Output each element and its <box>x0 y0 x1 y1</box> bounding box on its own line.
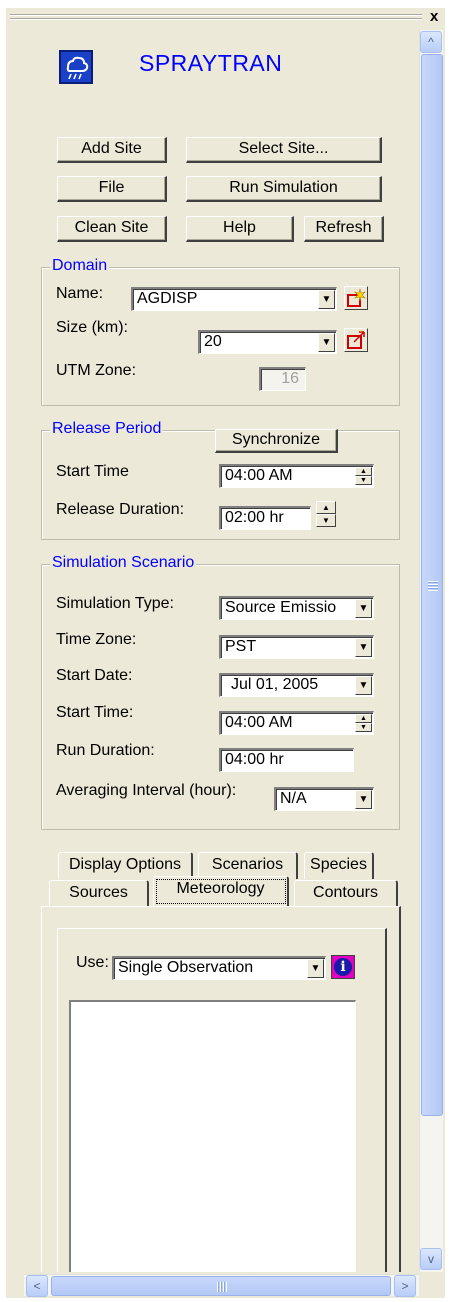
new-domain-icon[interactable] <box>344 286 368 310</box>
time-zone-value: PST <box>225 638 257 655</box>
help-button[interactable]: Help <box>186 216 294 242</box>
domain-name-select[interactable]: AGDISP ▼ <box>131 287 337 311</box>
spin-down-icon[interactable]: ▼ <box>355 476 372 485</box>
scroll-left-icon[interactable]: < <box>26 1275 48 1297</box>
tab-meteorology[interactable]: Meteorology <box>153 876 289 907</box>
spin-up-icon[interactable]: ▲ <box>316 501 336 514</box>
time-zone-select[interactable]: PST ▼ <box>219 635 374 659</box>
file-button[interactable]: File <box>57 176 167 202</box>
release-start-time-label: Start Time <box>56 463 129 480</box>
start-date-picker[interactable]: Jul 01, 2005 ▼ <box>219 673 374 697</box>
synchronize-button[interactable]: Synchronize <box>215 429 338 453</box>
domain-size-label: Size (km): <box>56 319 128 336</box>
use-label: Use: <box>76 954 109 971</box>
simulation-type-label: Simulation Type: <box>56 595 174 612</box>
averaging-interval-select[interactable]: N/A ▼ <box>274 787 374 811</box>
domain-legend: Domain <box>50 257 110 275</box>
domain-size-value: 20 <box>204 333 222 350</box>
run-simulation-button[interactable]: Run Simulation <box>186 176 382 202</box>
observation-listbox[interactable] <box>69 1000 356 1272</box>
horizontal-scroll-thumb[interactable] <box>51 1276 391 1296</box>
tab-species[interactable]: Species <box>304 852 374 879</box>
utm-zone-label: UTM Zone: <box>56 362 137 379</box>
clean-site-button[interactable]: Clean Site <box>57 216 167 242</box>
resize-domain-icon[interactable] <box>344 328 368 352</box>
scenario-start-time-value: 04:00 AM <box>225 714 293 731</box>
time-zone-label: Time Zone: <box>56 631 137 648</box>
simulation-type-select[interactable]: Source Emissio ▼ <box>219 596 374 620</box>
scroll-right-icon[interactable]: > <box>394 1275 416 1297</box>
select-site-button[interactable]: Select Site... <box>186 137 382 163</box>
info-glyph: i <box>334 958 352 976</box>
info-icon[interactable]: i <box>331 955 355 979</box>
use-value: Single Observation <box>118 959 254 976</box>
chevron-down-icon[interactable]: ▼ <box>355 790 372 809</box>
close-icon[interactable]: x <box>430 9 438 25</box>
utm-zone-field: 16 <box>259 367 306 391</box>
simulation-type-value: Source Emissio <box>225 599 337 616</box>
spin-up-icon[interactable]: ▲ <box>355 714 372 723</box>
chevron-down-icon[interactable]: ▼ <box>318 333 335 352</box>
scenario-start-time-field[interactable]: 04:00 AM ▲ ▼ <box>219 711 374 735</box>
time-spinner[interactable]: ▲ ▼ <box>355 467 372 486</box>
chevron-down-icon[interactable]: ▼ <box>355 676 372 695</box>
scroll-up-icon[interactable]: ^ <box>420 31 442 53</box>
release-duration-label: Release Duration: <box>56 501 185 518</box>
panel-grip[interactable] <box>10 14 422 26</box>
start-date-value: Jul 01, 2005 <box>231 676 319 693</box>
release-start-time-field[interactable]: 04:00 AM ▲ ▼ <box>219 464 374 488</box>
release-period-legend: Release Period <box>50 420 164 438</box>
chevron-down-icon[interactable]: ▼ <box>355 599 372 618</box>
scroll-corner <box>419 1274 443 1296</box>
scroll-down-icon[interactable]: v <box>420 1248 442 1270</box>
tab-contours[interactable]: Contours <box>294 880 398 907</box>
add-site-button[interactable]: Add Site <box>57 137 167 163</box>
vertical-scroll-thumb[interactable] <box>421 54 443 1116</box>
app-title: SPRAYTRAN <box>139 50 283 76</box>
tab-scenarios[interactable]: Scenarios <box>198 852 298 879</box>
release-duration-field[interactable]: 02:00 hr <box>219 506 311 530</box>
tab-display-options[interactable]: Display Options <box>58 852 193 879</box>
domain-size-select[interactable]: 20 ▼ <box>198 330 337 354</box>
averaging-interval-label: Averaging Interval (hour): <box>56 782 237 799</box>
averaging-interval-value: N/A <box>280 790 307 807</box>
chevron-down-icon[interactable]: ▼ <box>355 638 372 657</box>
horizontal-scrollbar[interactable]: < > <box>24 1274 419 1297</box>
start-date-label: Start Date: <box>56 667 133 684</box>
spraytran-logo-icon <box>59 50 93 84</box>
domain-name-label: Name: <box>56 285 104 302</box>
scenario-start-time-label: Start Time: <box>56 704 134 721</box>
chevron-down-icon[interactable]: ▼ <box>318 290 335 309</box>
spin-down-icon[interactable]: ▼ <box>355 723 372 732</box>
simulation-scenario-legend: Simulation Scenario <box>50 554 197 572</box>
release-start-time-value: 04:00 AM <box>225 467 293 484</box>
time-spinner[interactable]: ▲ ▼ <box>355 714 372 733</box>
chevron-down-icon[interactable]: ▼ <box>307 959 324 978</box>
main-content: SPRAYTRAN Add Site Select Site... File R… <box>24 30 418 1272</box>
run-duration-field[interactable]: 04:00 hr <box>219 748 354 772</box>
spin-up-icon[interactable]: ▲ <box>355 467 372 476</box>
tab-sources[interactable]: Sources <box>49 880 149 907</box>
vertical-scrollbar[interactable]: ^ v <box>419 30 443 1272</box>
spin-down-icon[interactable]: ▼ <box>316 514 336 527</box>
domain-name-value: AGDISP <box>137 290 198 307</box>
refresh-button[interactable]: Refresh <box>304 216 384 242</box>
run-duration-label: Run Duration: <box>56 742 155 759</box>
duration-spinner[interactable]: ▲ ▼ <box>316 501 336 527</box>
use-select[interactable]: Single Observation ▼ <box>112 956 326 980</box>
